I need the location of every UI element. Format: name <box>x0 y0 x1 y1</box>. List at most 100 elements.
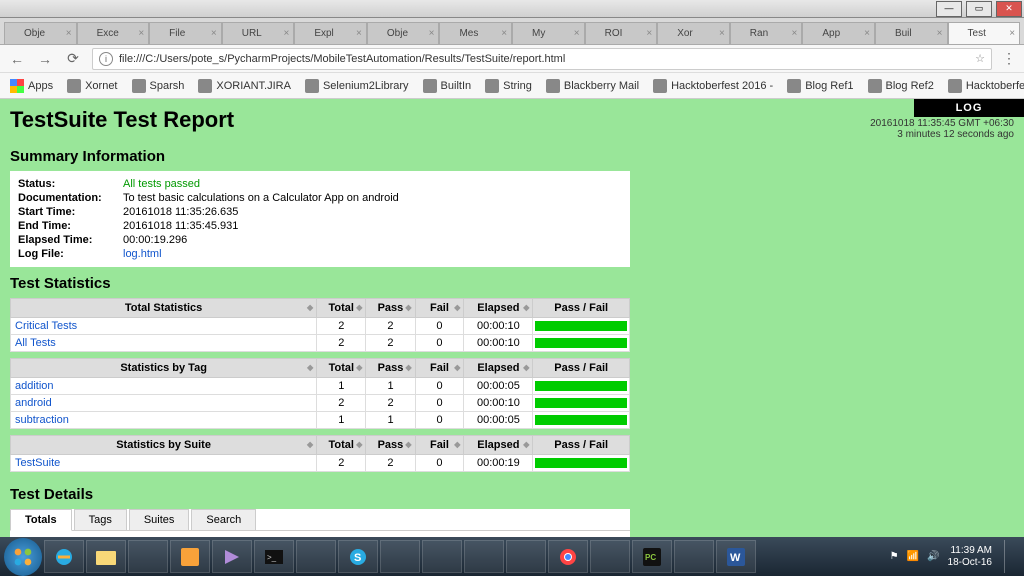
bookmark-icon <box>305 79 319 93</box>
browser-tab[interactable]: Buil× <box>875 22 948 44</box>
bookmark-icon <box>198 79 212 93</box>
tab-close-icon[interactable]: × <box>138 28 144 39</box>
tab-close-icon[interactable]: × <box>429 28 435 39</box>
bookmark-item[interactable]: Blackberry Mail <box>542 77 643 95</box>
stat-name-link[interactable]: Critical Tests <box>15 320 77 332</box>
taskbar-explorer[interactable] <box>86 540 126 573</box>
taskbar: >_ S PC W ⚑ 📶 🔊 11:39 AM18-Oct-16 <box>0 537 1024 576</box>
taskbar-vs[interactable] <box>212 540 252 573</box>
bookmark-item[interactable]: Blog Ref1 <box>783 77 857 95</box>
bookmark-icon <box>67 79 81 93</box>
stats-row: addition11000:00:05 <box>11 378 630 395</box>
pass-fail-bar <box>535 321 627 331</box>
detail-tab[interactable]: Suites <box>129 509 190 530</box>
tab-close-icon[interactable]: × <box>283 28 289 39</box>
stats-row: android22000:00:10 <box>11 395 630 412</box>
tab-close-icon[interactable]: × <box>864 28 870 39</box>
browser-tab[interactable]: Exce× <box>77 22 150 44</box>
tray-network-icon[interactable]: 📶 <box>907 551 919 562</box>
browser-tab[interactable]: URL× <box>222 22 295 44</box>
bookmark-item[interactable]: String <box>481 77 536 95</box>
back-icon[interactable]: ← <box>8 51 26 67</box>
show-desktop[interactable] <box>1004 540 1014 573</box>
browser-tab[interactable]: File× <box>149 22 222 44</box>
tab-close-icon[interactable]: × <box>792 28 798 39</box>
bookmark-item[interactable]: XORIANT.JIRA <box>194 77 295 95</box>
menu-icon[interactable]: ⋮ <box>1002 50 1016 67</box>
tab-close-icon[interactable]: × <box>1009 28 1015 39</box>
taskbar-outlook[interactable] <box>170 540 210 573</box>
close-button[interactable]: ✕ <box>996 1 1022 17</box>
browser-tab[interactable]: Mes× <box>439 22 512 44</box>
tab-close-icon[interactable]: × <box>66 28 72 39</box>
browser-tab[interactable]: Obje× <box>367 22 440 44</box>
taskbar-ie[interactable] <box>44 540 84 573</box>
bookmark-item[interactable]: Selenium2Library <box>301 77 413 95</box>
tab-close-icon[interactable]: × <box>356 28 362 39</box>
apps-button[interactable]: Apps <box>6 77 57 95</box>
browser-tab[interactable]: Expl× <box>294 22 367 44</box>
start-button[interactable] <box>4 538 42 576</box>
pass-fail-bar <box>535 415 627 425</box>
bookmark-icon <box>423 79 437 93</box>
browser-tab[interactable]: Xor× <box>657 22 730 44</box>
tray-volume-icon[interactable]: 🔊 <box>927 551 939 562</box>
taskbar-app2[interactable] <box>296 540 336 573</box>
stat-name-link[interactable]: TestSuite <box>15 457 60 469</box>
browser-tab[interactable]: My× <box>512 22 585 44</box>
bookmark-icon <box>787 79 801 93</box>
bookmark-item[interactable]: Sparsh <box>128 77 189 95</box>
bookmark-item[interactable]: Hacktoberfest Checke <box>944 77 1024 95</box>
detail-tab[interactable]: Totals <box>10 509 72 531</box>
browser-tab[interactable]: Test× <box>948 22 1021 44</box>
tray-flag-icon[interactable]: ⚑ <box>890 551 899 562</box>
stat-name-link[interactable]: All Tests <box>15 337 56 349</box>
url-text: file:///C:/Users/pote_s/PycharmProjects/… <box>119 53 565 65</box>
tab-close-icon[interactable]: × <box>574 28 580 39</box>
tab-close-icon[interactable]: × <box>719 28 725 39</box>
stat-name-link[interactable]: addition <box>15 380 54 392</box>
bookmark-item[interactable]: Xornet <box>63 77 121 95</box>
info-icon[interactable]: i <box>99 52 113 66</box>
browser-tab[interactable]: App× <box>802 22 875 44</box>
maximize-button[interactable]: ▭ <box>966 1 992 17</box>
bookmark-item[interactable]: Hacktoberfest 2016 - <box>649 77 777 95</box>
forward-icon[interactable]: → <box>36 51 54 67</box>
tab-close-icon[interactable]: × <box>937 28 943 39</box>
taskbar-chrome[interactable] <box>548 540 588 573</box>
log-button[interactable]: LOG <box>914 99 1024 117</box>
taskbar-clock[interactable]: 11:39 AM18-Oct-16 <box>948 545 992 569</box>
taskbar-cmd[interactable]: >_ <box>254 540 294 573</box>
url-input[interactable]: i file:///C:/Users/pote_s/PycharmProject… <box>92 48 992 70</box>
browser-tab[interactable]: ROI× <box>585 22 658 44</box>
log-file-link[interactable]: log.html <box>123 248 162 260</box>
browser-tab[interactable]: Ran× <box>730 22 803 44</box>
system-tray: ⚑ 📶 🔊 11:39 AM18-Oct-16 <box>890 540 1020 573</box>
minimize-button[interactable]: — <box>936 1 962 17</box>
taskbar-skype[interactable]: S <box>338 540 378 573</box>
detail-tab[interactable]: Tags <box>74 509 127 530</box>
tab-close-icon[interactable]: × <box>646 28 652 39</box>
taskbar-app4[interactable] <box>422 540 462 573</box>
taskbar-word[interactable]: W <box>716 540 756 573</box>
taskbar-app7[interactable] <box>590 540 630 573</box>
summary-box: Status:All tests passed Documentation:To… <box>10 171 630 267</box>
tab-close-icon[interactable]: × <box>211 28 217 39</box>
stat-name-link[interactable]: android <box>15 397 52 409</box>
stats-table: Statistics by Suite◆Total◆Pass◆Fail◆Elap… <box>10 435 630 472</box>
reload-icon[interactable]: ⟳ <box>64 50 82 67</box>
taskbar-pycharm[interactable]: PC <box>632 540 672 573</box>
taskbar-app3[interactable] <box>380 540 420 573</box>
tab-close-icon[interactable]: × <box>501 28 507 39</box>
stat-name-link[interactable]: subtraction <box>15 414 69 426</box>
taskbar-app5[interactable] <box>464 540 504 573</box>
detail-tab[interactable]: Search <box>191 509 256 530</box>
taskbar-app8[interactable] <box>674 540 714 573</box>
bookmark-item[interactable]: BuiltIn <box>419 77 476 95</box>
taskbar-app6[interactable] <box>506 540 546 573</box>
word-icon: W <box>727 548 745 566</box>
bookmark-star-icon[interactable]: ☆ <box>975 52 985 65</box>
bookmark-item[interactable]: Blog Ref2 <box>864 77 938 95</box>
browser-tab[interactable]: Obje× <box>4 22 77 44</box>
taskbar-app1[interactable] <box>128 540 168 573</box>
